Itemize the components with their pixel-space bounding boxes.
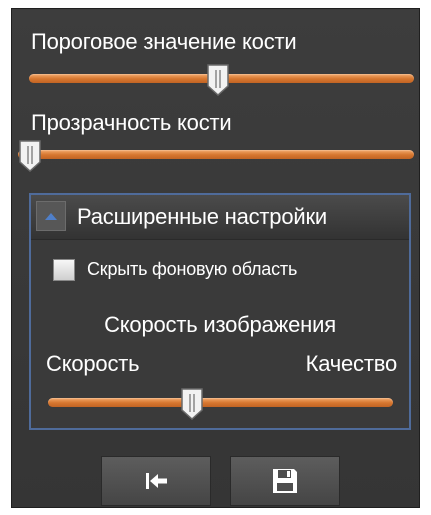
advanced-settings-header[interactable]: Расширенные настройки [31,195,409,240]
bone-threshold-label: Пороговое значение кости [31,29,297,54]
hide-background-label[interactable]: Скрыть фоновую область [87,259,297,280]
collapse-up-icon [45,213,57,220]
slider-track [48,398,393,407]
slider-thumb[interactable] [18,140,42,173]
reset-button[interactable] [101,456,211,506]
advanced-settings-title: Расширенные настройки [77,204,327,229]
advanced-settings-group: Расширенные настройки Скрыть фоновую обл… [29,193,411,430]
hide-background-checkbox[interactable] [53,259,75,281]
collapse-button[interactable] [36,201,66,231]
slider-thumb[interactable] [180,388,204,421]
render-speed-title: Скорость изображения [104,312,336,337]
bone-transparency-slider[interactable] [18,140,414,173]
slider-track [18,150,414,159]
bone-threshold-slider[interactable] [29,64,414,97]
render-speed-slider[interactable] [48,388,393,421]
floppy-disk-icon [273,469,297,493]
bone-transparency-label: Прозрачность кости [31,110,232,135]
render-speed-max-label: Качество [305,351,398,376]
render-speed-min-label: Скорость [46,351,140,376]
save-button[interactable] [230,456,340,506]
slider-thumb[interactable] [206,64,230,97]
arrow-to-start-icon [146,473,167,489]
